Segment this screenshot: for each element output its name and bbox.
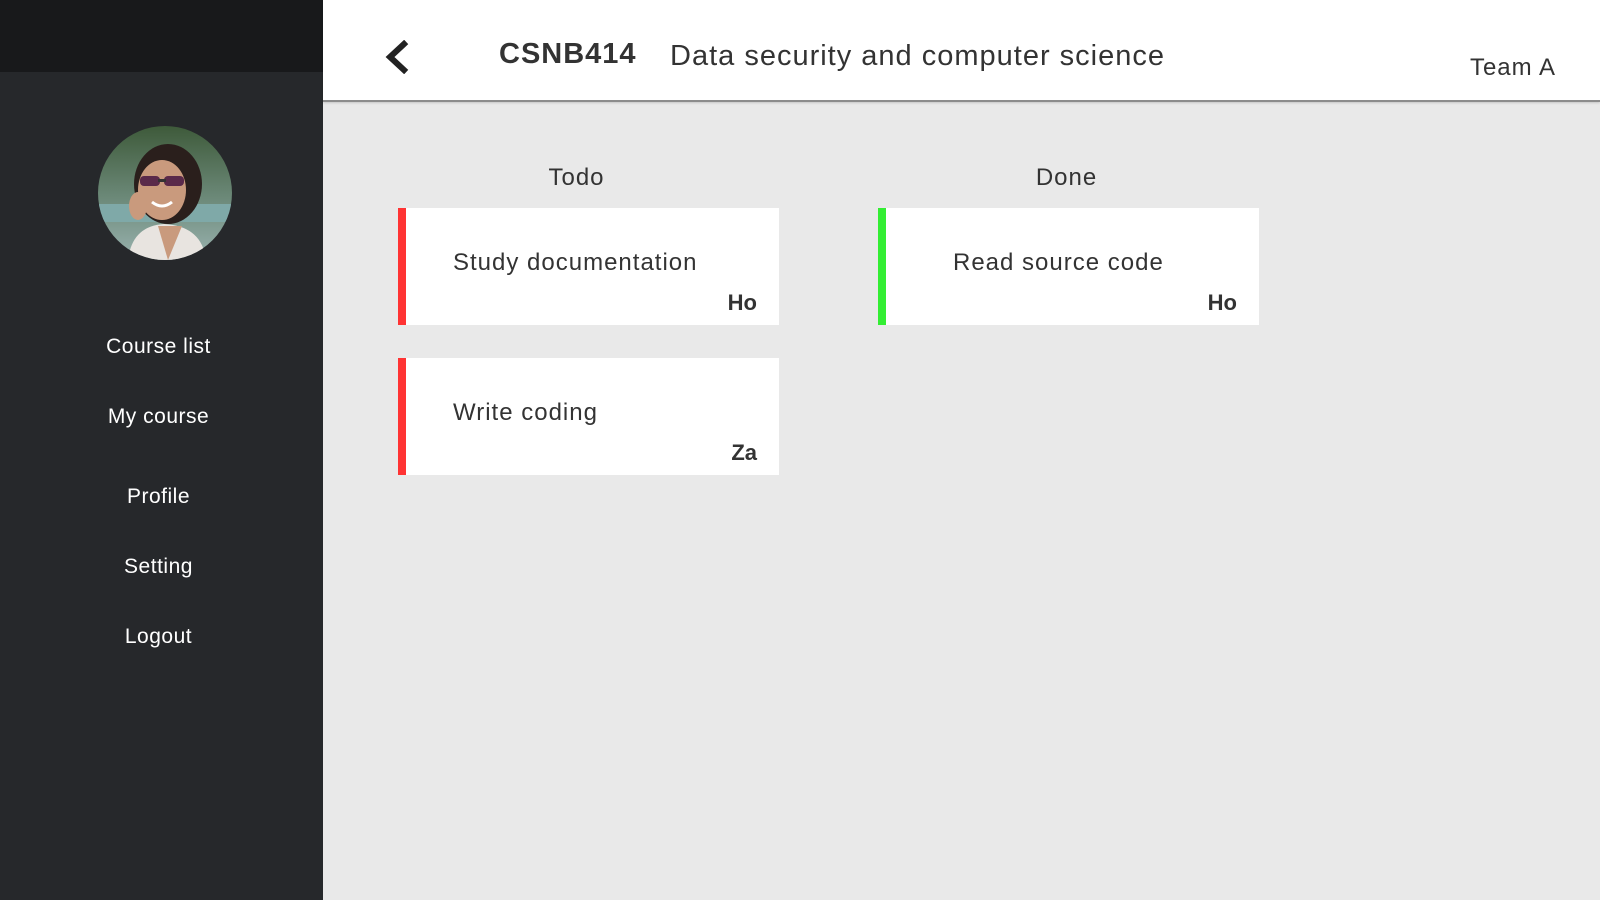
nav-my-course[interactable]: My course (0, 405, 317, 429)
course-code: CSNB414 (499, 38, 637, 70)
status-stripe (398, 208, 406, 325)
task-assignee: Ho (727, 290, 757, 315)
task-card[interactable]: Study documentation Ho (398, 208, 779, 325)
task-assignee: Za (731, 440, 757, 465)
sidebar: Course list My course Profile Setting Lo… (0, 0, 323, 900)
task-assignee: Ho (1207, 290, 1237, 315)
team-label[interactable]: Team A (1470, 54, 1556, 82)
nav-profile[interactable]: Profile (0, 485, 317, 509)
status-stripe (398, 358, 406, 475)
sidebar-header (0, 0, 323, 72)
column-title-todo: Todo (548, 164, 605, 191)
back-button[interactable] (380, 39, 414, 75)
status-stripe (878, 208, 886, 325)
task-title: Study documentation (453, 249, 698, 276)
nav-setting[interactable]: Setting (0, 555, 317, 579)
chevron-left-icon (385, 39, 409, 75)
nav-logout[interactable]: Logout (0, 625, 317, 649)
task-card[interactable]: Write coding Za (398, 358, 779, 475)
column-title-done: Done (1035, 164, 1098, 191)
task-title: Read source code (953, 249, 1164, 276)
task-card[interactable]: Read source code Ho (878, 208, 1259, 325)
avatar[interactable] (98, 126, 232, 260)
nav-course-list[interactable]: Course list (0, 335, 317, 359)
course-name: Data security and computer science (670, 40, 1165, 72)
task-title: Write coding (453, 399, 598, 426)
